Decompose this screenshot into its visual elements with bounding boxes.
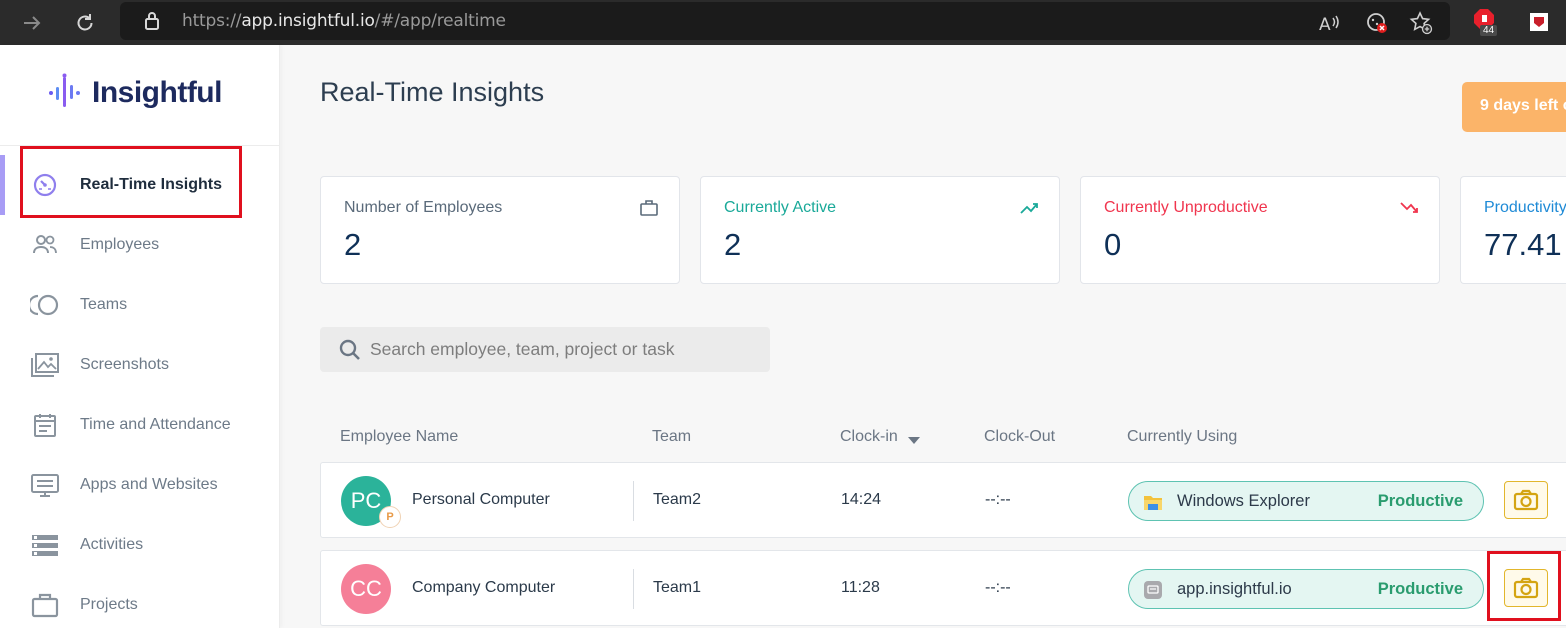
personal-badge: P xyxy=(379,506,401,528)
page-title: Real-Time Insights xyxy=(320,77,545,107)
sidebar-item-label: Screenshots xyxy=(80,356,169,373)
stat-card-active: Currently Active 2 xyxy=(700,176,1060,284)
sort-down-icon[interactable] xyxy=(907,435,921,445)
screenshot-button[interactable] xyxy=(1504,481,1548,519)
stat-card-unproductive: Currently Unproductive 0 xyxy=(1080,176,1440,284)
trial-badge[interactable]: 9 days left of xyxy=(1462,82,1566,132)
browser-toolbar: https://app.insightful.io/#/app/realtime… xyxy=(0,0,1566,45)
url-text: https://app.insightful.io/#/app/realtime xyxy=(182,11,506,31)
sidebar-item-label: Employees xyxy=(80,236,160,253)
team-cell: Team1 xyxy=(653,579,702,596)
lock-icon xyxy=(145,12,159,30)
search-box[interactable] xyxy=(320,327,770,372)
tracking-prevention-button[interactable] xyxy=(1364,10,1390,36)
forward-button[interactable] xyxy=(12,0,52,45)
clock-out-cell: --:-- xyxy=(985,579,1011,596)
column-header-team[interactable]: Team xyxy=(652,428,691,446)
column-header-employee-name[interactable]: Employee Name xyxy=(340,428,458,446)
stat-label: Productivity xyxy=(1484,199,1566,216)
sidebar-item-label: Teams xyxy=(80,296,128,313)
employee-name[interactable]: Company Computer xyxy=(412,579,555,597)
team-cell: Team2 xyxy=(653,491,702,508)
stat-label: Currently Unproductive xyxy=(1104,199,1268,216)
search-input[interactable] xyxy=(370,327,760,372)
highlight-box xyxy=(1487,551,1561,621)
stat-card-employees: Number of Employees 2 xyxy=(320,176,680,284)
browser-tab-icon xyxy=(1144,581,1162,599)
cookie-blocked-icon xyxy=(1367,13,1387,33)
sidebar-item-projects[interactable]: Projects xyxy=(0,575,280,628)
refresh-button[interactable] xyxy=(65,0,105,45)
sidebar: Insightful Real-Time Insights Employees … xyxy=(0,45,280,628)
clock-out-cell: --:-- xyxy=(985,491,1011,508)
arrow-right-icon xyxy=(24,15,41,30)
sidebar-item-screenshots[interactable]: Screenshots xyxy=(0,335,280,395)
stat-value: 2 xyxy=(724,227,742,262)
column-divider xyxy=(633,481,634,521)
column-header-clock-out[interactable]: Clock-Out xyxy=(984,428,1055,446)
sidebar-item-employees[interactable]: Employees xyxy=(0,215,280,275)
sidebar-item-activities[interactable]: Activities xyxy=(0,515,280,575)
stat-value: 2 xyxy=(344,227,362,262)
sidebar-item-teams[interactable]: Teams xyxy=(0,275,280,335)
read-aloud-button[interactable]: A xyxy=(1316,10,1342,36)
add-favorite-button[interactable] xyxy=(1408,10,1434,36)
monitor-icon xyxy=(30,471,60,499)
active-indicator xyxy=(0,155,5,215)
table-row[interactable]: PC P Personal Computer Team2 14:24 --:--… xyxy=(320,462,1566,538)
svg-text:A: A xyxy=(1319,15,1331,34)
stat-label: Currently Active xyxy=(724,199,837,216)
search-icon xyxy=(339,339,360,360)
clock-in-cell: 14:24 xyxy=(841,491,882,508)
folder-icon xyxy=(1144,496,1162,510)
insightful-logo-icon xyxy=(49,73,80,107)
clock-in-cell: 11:28 xyxy=(841,579,880,596)
brand-logo[interactable]: Insightful xyxy=(48,73,222,113)
stat-value: 0 xyxy=(1104,227,1122,262)
sidebar-item-label: Activities xyxy=(80,536,144,553)
shield-extension-icon xyxy=(1530,13,1548,31)
star-add-icon xyxy=(1409,11,1433,35)
table-row[interactable]: CC Company Computer Team1 11:28 --:-- ap… xyxy=(320,550,1566,626)
currently-using-pill[interactable]: Windows Explorer Productive xyxy=(1128,481,1484,521)
briefcase-icon xyxy=(640,200,658,216)
images-icon xyxy=(30,351,60,379)
trend-down-icon xyxy=(1400,202,1418,213)
stat-card-productivity: Productivity 77.41 xyxy=(1460,176,1566,284)
calendar-icon xyxy=(30,411,60,439)
avatar: CC xyxy=(341,564,391,614)
productivity-status: Productive xyxy=(1377,492,1463,510)
teams-icon xyxy=(30,291,60,319)
adblock-extension-button[interactable]: 44 xyxy=(1472,9,1498,36)
camera-icon xyxy=(1513,489,1539,511)
column-divider xyxy=(633,569,634,609)
currently-using-pill[interactable]: app.insightful.io Productive xyxy=(1128,569,1484,609)
activities-icon xyxy=(30,531,60,559)
highlight-box xyxy=(20,146,242,218)
brand-name: Insightful xyxy=(92,76,222,109)
sidebar-item-apps-and-websites[interactable]: Apps and Websites xyxy=(0,455,280,515)
stat-label: Number of Employees xyxy=(344,199,503,216)
app-name: app.insightful.io xyxy=(1177,580,1292,598)
sidebar-item-label: Time and Attendance xyxy=(80,416,231,433)
sidebar-item-label: Apps and Websites xyxy=(80,476,218,493)
address-bar[interactable]: https://app.insightful.io/#/app/realtime… xyxy=(120,2,1450,40)
employee-name[interactable]: Personal Computer xyxy=(412,491,550,509)
people-icon xyxy=(30,231,60,259)
app-name: Windows Explorer xyxy=(1177,492,1310,510)
extension-badge: 44 xyxy=(1480,25,1498,36)
sidebar-item-label: Projects xyxy=(80,596,138,613)
stat-value: 77.41 xyxy=(1484,227,1562,262)
read-aloud-icon: A xyxy=(1319,15,1339,34)
column-header-currently-using[interactable]: Currently Using xyxy=(1127,428,1237,446)
refresh-icon xyxy=(77,13,93,30)
security-extension-button[interactable] xyxy=(1526,9,1552,35)
productivity-status: Productive xyxy=(1377,580,1463,598)
trend-up-icon xyxy=(1020,203,1038,214)
briefcase-icon xyxy=(30,591,60,619)
column-header-clock-in[interactable]: Clock-in xyxy=(840,428,898,446)
sidebar-item-time-and-attendance[interactable]: Time and Attendance xyxy=(0,395,280,455)
